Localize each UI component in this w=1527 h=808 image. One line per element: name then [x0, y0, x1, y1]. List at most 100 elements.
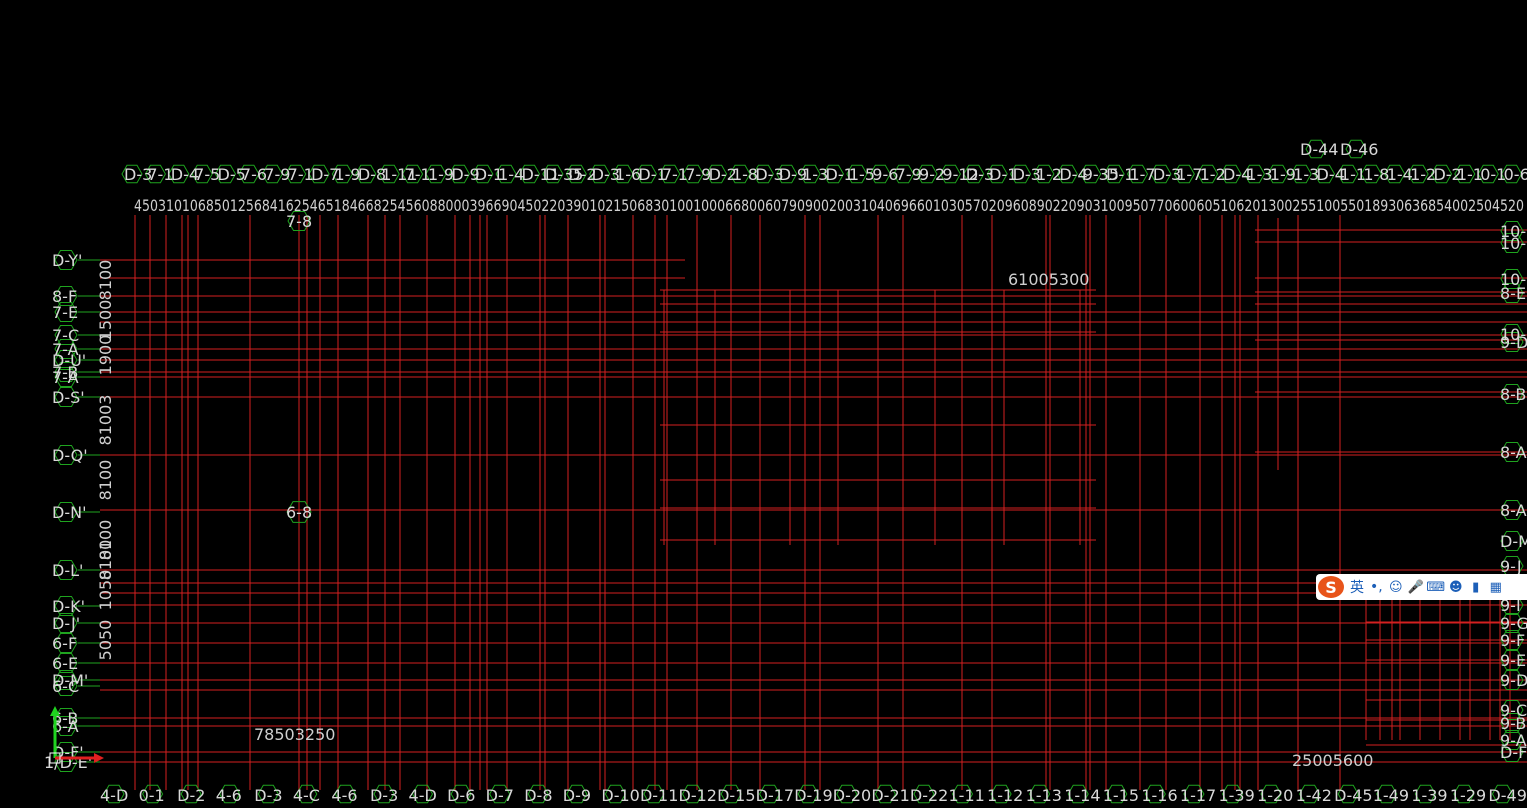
axis-label-left: D-Q'	[52, 446, 88, 465]
axis-label-bottom: D-17	[756, 786, 794, 805]
axis-label-bottom: D-45	[1334, 786, 1372, 805]
axis-label-top: 1-5	[849, 165, 875, 184]
axis-label-top: 7-9	[264, 165, 290, 184]
axis-label-top: 1-2	[1200, 165, 1226, 184]
dimension-7850: 78503250	[254, 725, 335, 744]
axis-label-bottom: 1-16	[1141, 786, 1177, 805]
axis-label-bottom: 1-17	[1180, 786, 1216, 805]
axis-label-bottom: D-7	[486, 786, 514, 805]
axis-label-top: 1-1	[1340, 165, 1366, 184]
axis-label-bottom: D-3	[254, 786, 282, 805]
axis-label-bottom: D-10	[601, 786, 639, 805]
axis-label-top: 1-3	[1246, 165, 1272, 184]
axis-label-bottom: 1-39	[1411, 786, 1447, 805]
axis-label-top-upper: D-44	[1300, 140, 1338, 159]
keyboard-icon[interactable]: ⌨	[1426, 580, 1445, 595]
axis-label-top: 1-1	[1457, 165, 1483, 184]
axis-label-top: 7-1	[405, 165, 431, 184]
axis-label-right: 8-E	[1500, 284, 1526, 303]
axis-label-bottom: D-2	[177, 786, 205, 805]
axis-label-bottom: D-6	[447, 786, 475, 805]
axis-label-top: 7-9	[685, 165, 711, 184]
axis-label-bottom: D-8	[524, 786, 552, 805]
axis-label-right: 9-D	[1500, 333, 1527, 352]
axis-label-top: 1-2	[1410, 165, 1436, 184]
axis-label-bottom: D-21	[871, 786, 909, 805]
axis-label-bottom: D-3	[370, 786, 398, 805]
axis-label-top: 7-5	[194, 165, 220, 184]
axis-label-right: 9-F	[1500, 631, 1525, 650]
axis-label-right: 9-E	[1500, 651, 1526, 670]
axis-label-bottom: D-12	[679, 786, 717, 805]
axis-label-top: 1-2	[1036, 165, 1062, 184]
axis-label-right: D-M	[1500, 532, 1527, 551]
axis-label-top: 1-9	[428, 165, 454, 184]
ime-punctuation-toggle[interactable]: •,	[1370, 579, 1383, 595]
dimension-left: 8100	[96, 460, 115, 501]
ime-language-toggle[interactable]: 英	[1350, 577, 1364, 597]
axis-label-left: D-L'	[52, 561, 83, 580]
axis-label-bottom: D-9	[563, 786, 591, 805]
axis-label-bottom: 1-20	[1257, 786, 1293, 805]
axis-label-left: 6-C	[52, 677, 79, 696]
axis-label-top-upper: D-46	[1340, 140, 1378, 159]
axis-labels: D-37-1D-47-5D-57-67-97-1D-71-9D-81-117-1…	[44, 140, 1527, 805]
axis-label-bottom: 1-29	[1450, 786, 1486, 805]
axis-label-bottom: D-22	[910, 786, 948, 805]
axis-label-top: 9-6	[872, 165, 898, 184]
cad-drawing-canvas[interactable]: D-37-1D-47-5D-57-67-97-1D-71-9D-81-117-1…	[0, 0, 1527, 808]
axis-label-right: D-F	[1500, 743, 1527, 762]
axis-label-top: 1-3	[802, 165, 828, 184]
ime-toolbar[interactable]: S 英 •, ☺ 🎤 ⌨ ☻ ▮ ▦	[1316, 574, 1527, 600]
axis-label-bottom: 1-39	[1218, 786, 1254, 805]
shirt-icon[interactable]: ▮	[1469, 580, 1483, 595]
dimension-6100: 61005300	[1008, 270, 1089, 289]
axis-label-bottom: 1-14	[1064, 786, 1100, 805]
axis-label-top: 7-6	[241, 165, 267, 184]
axis-label-bottom: D-11	[640, 786, 678, 805]
axis-label-top: 1-7	[1129, 165, 1155, 184]
axis-label-top: 7-1	[662, 165, 688, 184]
axis-label-top: 1-7	[1176, 165, 1202, 184]
ime-logo-icon[interactable]: S	[1318, 576, 1344, 598]
dimension-left: 1500	[96, 300, 115, 341]
axis-label-bottom: 1-15	[1103, 786, 1139, 805]
dimension-2500: 25005600	[1292, 751, 1373, 770]
axis-label-bottom: 4-6	[331, 786, 357, 805]
axis-label-bottom: D-49	[1488, 786, 1526, 805]
axis-label-top: 0-62	[1504, 165, 1527, 184]
axis-label-top: 1-4	[1387, 165, 1413, 184]
axis-label-top: 1-4	[498, 165, 524, 184]
axis-label-left: D-J'	[52, 614, 80, 633]
axis-label-top: 7-1	[147, 165, 173, 184]
axis-label-6-8: 6-8	[286, 503, 312, 522]
axis-label-top: 0-1	[1480, 165, 1506, 184]
dimension-left: 1900	[96, 335, 115, 376]
axis-label-right: 8-A	[1500, 443, 1527, 462]
grid-icon[interactable]: ▦	[1489, 580, 1503, 595]
axis-label-bottom: 1-12	[987, 786, 1023, 805]
axis-label-bottom: D-20	[833, 786, 871, 805]
axis-label-top: 7-9	[896, 165, 922, 184]
axis-label-bottom: 0-1	[139, 786, 165, 805]
dimension-left: 81003	[96, 395, 115, 446]
axis-label-bottom: 4-6	[216, 786, 242, 805]
axis-label-left: D-Y'	[52, 251, 82, 270]
axis-label-bottom: 1-11	[948, 786, 984, 805]
axis-label-top: 9-2	[919, 165, 945, 184]
top-dimension-string: 4503101068501256841625465184668254560880…	[134, 196, 1524, 215]
axis-label-left: D-S'	[52, 388, 85, 407]
smile-icon[interactable]: ☺	[1389, 580, 1403, 595]
axis-label-top: 1-3	[1293, 165, 1319, 184]
axis-label-right: 10-	[1500, 234, 1526, 253]
axis-label-right: 9-D	[1500, 671, 1527, 690]
axis-label-right: 8-A	[1500, 501, 1527, 520]
axis-label-top: 1-6	[615, 165, 641, 184]
axis-label-top: 7-1	[288, 165, 314, 184]
dimension-left: 5050	[96, 620, 115, 661]
axis-bubbles	[54, 139, 1524, 804]
user-icon[interactable]: ☻	[1449, 580, 1463, 595]
axis-label-bottom: 1-13	[1026, 786, 1062, 805]
mic-icon[interactable]: 🎤	[1408, 580, 1424, 595]
axis-label-top: 1-9	[334, 165, 360, 184]
